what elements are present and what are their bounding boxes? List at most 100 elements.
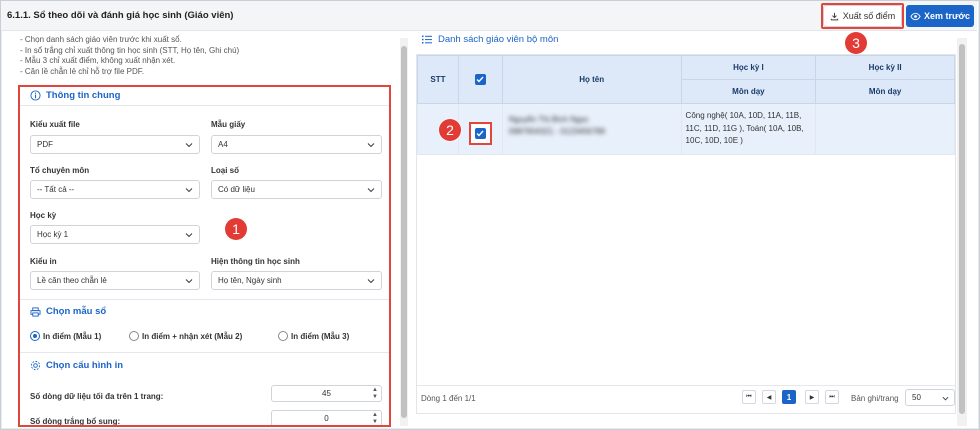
row-checkbox-highlight[interactable] xyxy=(468,122,492,145)
book-type-label: Loại số xyxy=(211,166,240,175)
column-header-stt: STT xyxy=(417,55,459,104)
last-page-button[interactable]: ⏭ xyxy=(825,390,839,404)
section-divider xyxy=(20,105,389,106)
print-settings-panel: Thông tin chung Kiểu xuất file PDF Mẫu g… xyxy=(18,85,391,427)
chevron-down-icon xyxy=(185,188,193,193)
check-icon xyxy=(476,76,484,83)
max-rows-input[interactable]: 45 ▲ ▼ xyxy=(271,385,382,402)
column-header-subject-sem2: Môn dạy xyxy=(815,79,955,104)
note-item: Căn lề chẵn lẻ chỉ hỗ trợ file PDF. xyxy=(20,67,239,78)
page-number-button[interactable]: 1 xyxy=(782,390,796,404)
select-all-checkbox[interactable] xyxy=(474,74,486,85)
semester-select[interactable]: Học kỳ 1 xyxy=(30,225,200,244)
template-option-label: In điểm (Mẫu 3) xyxy=(291,331,350,341)
paper-select[interactable]: A4 xyxy=(211,135,382,154)
prev-page-button[interactable]: ◀ xyxy=(762,390,776,404)
file-type-label: Kiểu xuất file xyxy=(30,120,80,129)
spinner-arrows-icon[interactable]: ▲ ▼ xyxy=(372,387,378,401)
cell-checkbox[interactable] xyxy=(457,103,503,155)
list-icon xyxy=(422,35,432,44)
radio-button[interactable] xyxy=(129,331,139,341)
semester-value: Học kỳ 1 xyxy=(37,230,69,239)
config-section-title: Chọn cấu hình in xyxy=(30,360,123,371)
template-option-label: In điểm (Mẫu 1) xyxy=(43,331,102,341)
general-info-label: Thông tin chung xyxy=(46,90,121,101)
instruction-notes: Chọn danh sách giáo viên trước khi xuất … xyxy=(20,35,239,77)
per-page-value: 50 xyxy=(912,393,921,402)
pager-info: Dòng 1 đến 1/1 xyxy=(421,394,476,403)
column-header-sem2: Học kỳ II xyxy=(815,55,955,80)
step-badge-1: 1 xyxy=(225,218,247,240)
book-type-select[interactable]: Có dữ liệu xyxy=(211,180,382,199)
max-rows-value: 45 xyxy=(322,389,331,398)
semester-label: Học kỳ xyxy=(30,211,57,220)
per-page-select[interactable]: 50 xyxy=(905,389,955,406)
template-option-3[interactable]: In điểm (Mẫu 3) xyxy=(278,331,349,341)
cell-subjects-sem2 xyxy=(815,103,955,155)
paper-value: A4 xyxy=(218,140,228,149)
printer-icon xyxy=(30,306,41,317)
subjects-sem2 xyxy=(816,104,954,116)
per-page-label: Bản ghi/trang xyxy=(851,394,899,403)
chevron-down-icon xyxy=(367,279,375,284)
template-section-title: Chọn mẫu sổ xyxy=(30,306,106,317)
teacher-id: 0987654321 - 0123456789 xyxy=(508,127,605,136)
column-header-sem1: Học kỳ I xyxy=(680,55,817,80)
blank-rows-value: 0 xyxy=(324,414,329,423)
template-option-label: In điểm + nhận xét (Mẫu 2) xyxy=(142,331,243,341)
student-info-select[interactable]: Họ tên, Ngày sinh xyxy=(211,271,382,290)
teacher-table: STT Họ tên Học kỳ I Học kỳ II Môn dạy Mô… xyxy=(417,55,955,155)
note-item: Chọn danh sách giáo viên trước khi xuất … xyxy=(20,35,239,46)
cell-subjects-sem1: Công nghệ( 10A, 10D, 11A, 11B, 11C, 11D,… xyxy=(680,103,817,155)
student-info-value: Họ tên, Ngày sinh xyxy=(218,276,282,285)
file-type-value: PDF xyxy=(37,140,53,149)
step-badge-3: 3 xyxy=(845,32,867,54)
teacher-list-label: Danh sách giáo viên bộ môn xyxy=(438,34,559,45)
first-page-button[interactable]: ⏮ xyxy=(742,390,756,404)
left-scrollbar[interactable] xyxy=(400,38,408,426)
blank-rows-input[interactable]: 0 ▲ ▼ xyxy=(271,410,382,425)
info-icon xyxy=(30,90,41,101)
column-header-name: Họ tên xyxy=(501,55,682,104)
row-checkbox[interactable] xyxy=(474,128,486,139)
print-type-select[interactable]: Lề căn theo chẵn lẻ xyxy=(30,271,200,290)
note-item: In sổ trắng chỉ xuất thông tin học sinh … xyxy=(20,46,239,57)
cell-name: Nguyễn Thị Bích Ngọc 0987654321 - 012345… xyxy=(501,103,682,155)
preview-label: Xem trước xyxy=(924,11,970,21)
template-section-label: Chọn mẫu sổ xyxy=(46,306,107,317)
right-scrollbar[interactable] xyxy=(957,38,967,426)
chevron-down-icon xyxy=(367,188,375,193)
table-row[interactable]: Nguyễn Thị Bích Ngọc 0987654321 - 012345… xyxy=(417,103,955,155)
check-icon xyxy=(476,130,484,137)
department-select[interactable]: -- Tất cả -- xyxy=(30,180,200,199)
max-rows-label: Số dòng dữ liệu tối đa trên 1 trang: xyxy=(30,392,164,401)
column-header-select-all[interactable] xyxy=(457,55,503,104)
chevron-down-icon xyxy=(185,143,193,148)
department-label: Tổ chuyên môn xyxy=(30,166,90,175)
teacher-list-title: Danh sách giáo viên bộ môn xyxy=(422,34,558,45)
left-scroll-thumb[interactable] xyxy=(401,46,407,418)
spinner-arrows-icon[interactable]: ▲ ▼ xyxy=(372,412,378,425)
note-item: Mẫu 3 chỉ xuất điểm, không xuất nhận xét… xyxy=(20,56,239,67)
template-option-1[interactable]: In điểm (Mẫu 1) xyxy=(30,331,101,341)
department-value: -- Tất cả -- xyxy=(37,185,75,194)
blank-rows-label: Số dòng trắng bổ sung: xyxy=(30,417,121,426)
file-type-select[interactable]: PDF xyxy=(30,135,200,154)
next-page-button[interactable]: ▶ xyxy=(805,390,819,404)
step-badge-2: 2 xyxy=(439,119,461,141)
chevron-down-icon xyxy=(185,279,193,284)
radio-button[interactable] xyxy=(278,331,288,341)
page-title: 6.1.1. Sổ theo dõi và đánh giá học sinh … xyxy=(7,10,234,21)
chevron-down-icon xyxy=(942,396,949,401)
radio-button[interactable] xyxy=(30,331,40,341)
right-scroll-thumb[interactable] xyxy=(959,44,965,414)
gear-icon xyxy=(30,360,41,371)
preview-button[interactable]: Xem trước xyxy=(906,5,974,27)
paper-label: Mẫu giấy xyxy=(211,120,246,129)
section-divider xyxy=(20,299,389,300)
chevron-down-icon xyxy=(367,143,375,148)
general-info-title: Thông tin chung xyxy=(30,90,120,101)
teacher-name: Nguyễn Thị Bích Ngọc xyxy=(508,115,589,124)
template-option-2[interactable]: In điểm + nhận xét (Mẫu 2) xyxy=(129,331,242,341)
print-type-label: Kiểu in xyxy=(30,257,57,266)
